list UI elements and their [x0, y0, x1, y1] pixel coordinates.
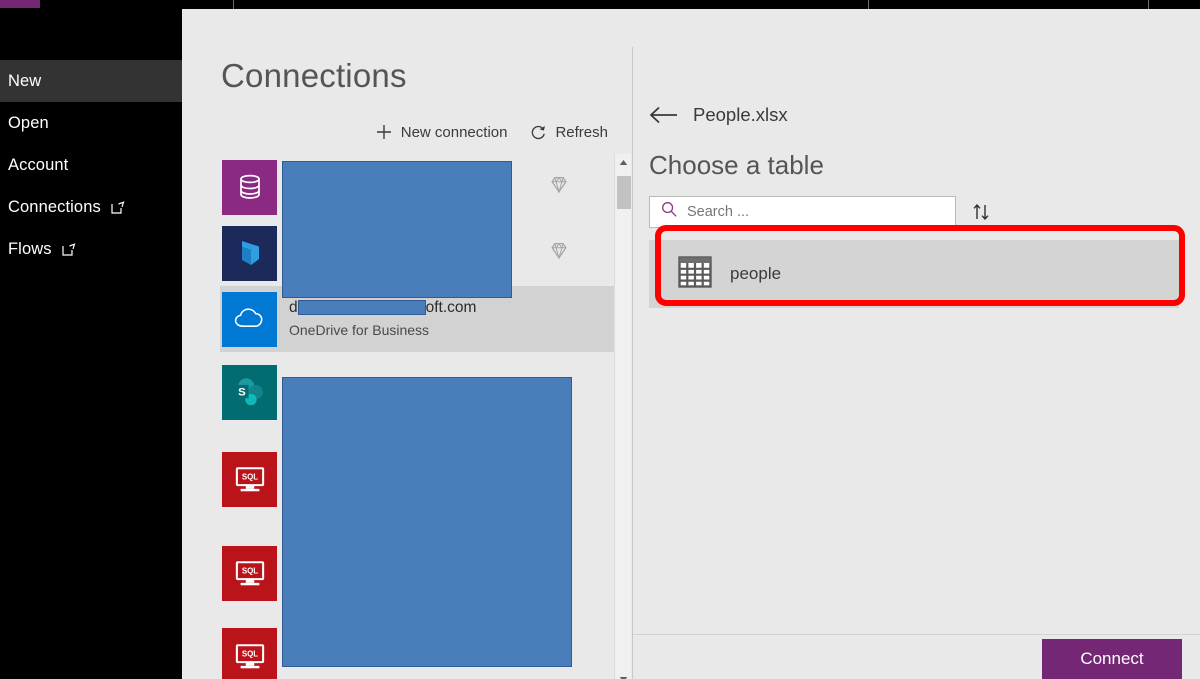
sidebar: New Open Account Connections Flows [0, 9, 182, 679]
new-connection-label: New connection [400, 123, 508, 141]
sidebar-item-label: Flows [8, 239, 52, 258]
plus-icon [374, 122, 394, 142]
connection-name-prefix: d [289, 299, 298, 316]
sql-server-icon: SQL [222, 545, 277, 601]
redacted-name-block [282, 161, 512, 298]
sidebar-item-open[interactable]: Open [0, 102, 182, 144]
search-input[interactable] [687, 204, 932, 220]
sidebar-item-new[interactable]: New [0, 60, 182, 102]
connection-name-suffix: oft.com [425, 299, 477, 316]
sidebar-item-label: Open [8, 113, 49, 132]
refresh-label: Refresh [555, 123, 608, 141]
table-name-label: people [730, 264, 782, 283]
dynamics-365-icon [222, 225, 277, 281]
sidebar-item-label: Connections [8, 197, 101, 216]
connections-toolbar: New connection Refresh [374, 122, 608, 142]
sidebar-item-account[interactable]: Account [0, 144, 182, 186]
main-content: Connections New connection Refresh d oft… [182, 9, 1200, 679]
sql-server-icon: SQL [222, 628, 277, 679]
external-link-icon [61, 242, 77, 257]
title-bar-divider-1 [233, 0, 234, 9]
sort-icon[interactable] [970, 201, 992, 223]
file-name-label: People.xlsx [693, 104, 788, 125]
app-accent-tab [0, 0, 40, 8]
redacted-name-block [282, 377, 572, 667]
sql-server-icon: SQL [222, 451, 277, 507]
list-item-text: d oft.com OneDrive for Business [289, 298, 614, 340]
table-list: people [649, 240, 1179, 308]
svg-text:SQL: SQL [241, 472, 257, 481]
scroll-down-arrow-icon[interactable] [615, 671, 632, 679]
refresh-icon [529, 123, 548, 142]
svg-text:SQL: SQL [241, 649, 257, 658]
connections-list[interactable]: d oft.com OneDrive for Business S SQL SQ… [220, 154, 614, 679]
connection-subtitle: OneDrive for Business [289, 322, 430, 338]
title-bar-divider-3 [1148, 0, 1149, 9]
premium-diamond-icon [548, 174, 570, 201]
premium-diamond-icon [548, 240, 570, 267]
redacted-text-block [297, 300, 426, 316]
sidebar-item-label: New [8, 71, 42, 90]
page-title: Connections [221, 57, 407, 94]
new-connection-button[interactable]: New connection [374, 122, 508, 142]
connections-pane: Connections New connection Refresh d oft… [182, 9, 632, 679]
external-link-icon [111, 200, 126, 215]
connect-button[interactable]: Connect [1042, 639, 1182, 679]
back-arrow-icon[interactable] [649, 105, 679, 125]
common-data-service-icon [222, 159, 277, 215]
choose-table-heading: Choose a table [649, 150, 824, 180]
breadcrumb: People.xlsx [649, 104, 788, 126]
svg-text:S: S [238, 386, 246, 398]
refresh-button[interactable]: Refresh [529, 123, 608, 142]
title-bar-divider-2 [868, 0, 869, 9]
search-icon [661, 201, 678, 223]
app-window: New Open Account Connections Flows Conne… [0, 0, 1200, 679]
sidebar-item-label: Account [8, 155, 69, 174]
title-bar [0, 0, 1200, 9]
footer-divider [633, 634, 1200, 635]
svg-text:SQL: SQL [241, 566, 257, 575]
table-list-item-people[interactable]: people [649, 240, 1179, 308]
choose-table-pane: People.xlsx Choose a table Search ... pe… [633, 9, 1200, 679]
sharepoint-icon: S [222, 364, 277, 420]
sidebar-item-connections[interactable]: Connections [0, 186, 182, 228]
onedrive-icon [222, 291, 277, 347]
table-grid-icon [677, 254, 713, 295]
search-row [649, 196, 992, 228]
scroll-up-arrow-icon[interactable] [615, 154, 632, 171]
search-box[interactable] [649, 196, 956, 228]
connection-name: d oft.com [289, 298, 614, 318]
scrollbar-thumb[interactable] [617, 176, 631, 209]
connections-scrollbar[interactable] [614, 154, 631, 679]
sidebar-item-flows[interactable]: Flows [0, 228, 182, 270]
